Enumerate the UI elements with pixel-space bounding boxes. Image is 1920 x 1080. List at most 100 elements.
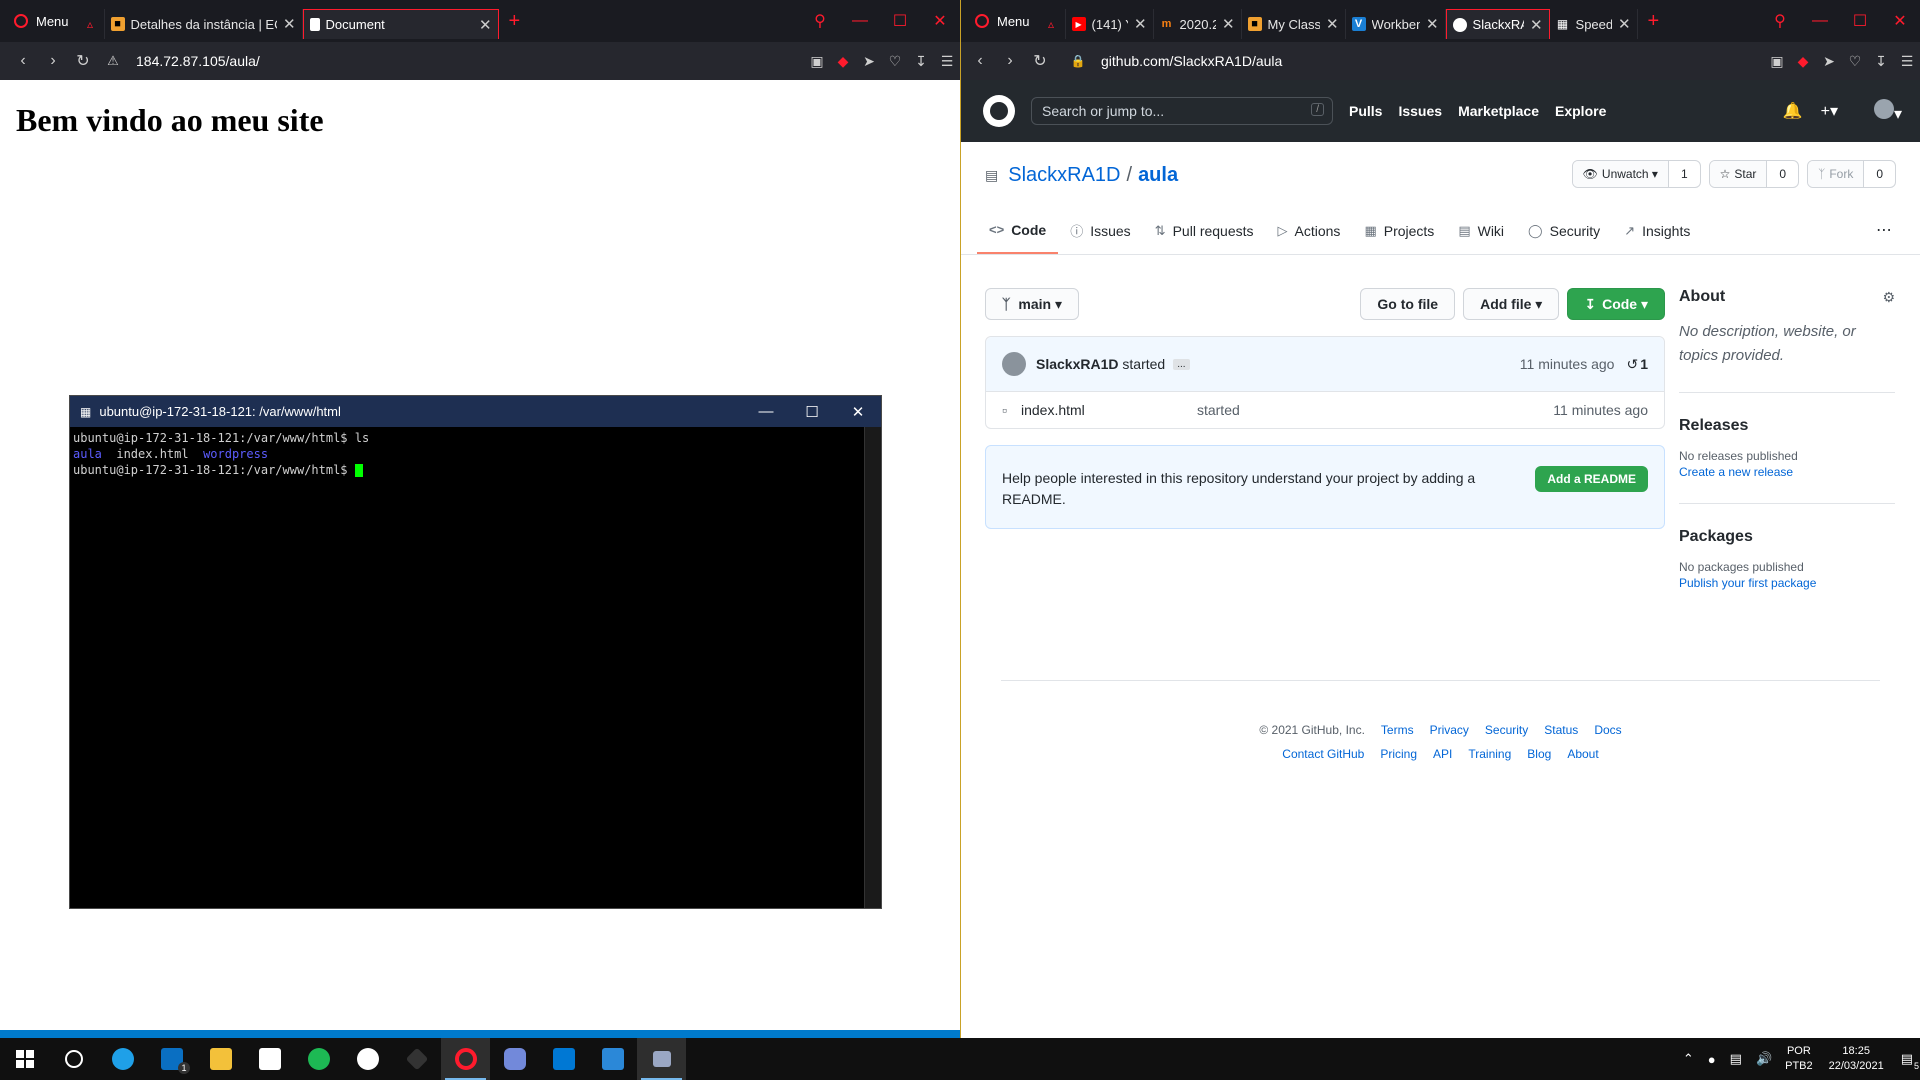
chevron-up-icon[interactable]: ⌃ <box>1683 1051 1694 1067</box>
new-tab-plus-icon[interactable]: + <box>499 10 531 33</box>
tab-moodle[interactable]: m 2020.2.Al ✕ <box>1154 9 1242 39</box>
close-tab-icon[interactable]: ✕ <box>1618 15 1631 33</box>
warning-icon[interactable]: ⚠ <box>98 53 128 69</box>
maximize-icon[interactable]: ☐ <box>789 403 835 421</box>
footer-link-about[interactable]: About <box>1567 747 1598 761</box>
easy-setup-icon[interactable]: ☰ <box>1894 53 1920 70</box>
camera-icon[interactable]: ▣ <box>1764 53 1790 70</box>
more-options-icon[interactable]: ⋯ <box>1876 220 1892 240</box>
forward-icon[interactable]: › <box>38 52 68 70</box>
url-field[interactable]: 184.72.87.105/aula/ <box>136 53 260 69</box>
download-icon[interactable]: ↧ <box>908 53 934 70</box>
watch-button[interactable]: 👁 Unwatch ▾ 1 <box>1571 160 1701 188</box>
terminal-scrollbar[interactable] <box>864 427 881 908</box>
close-tab-icon[interactable]: ✕ <box>283 15 296 33</box>
taskbar-xbox[interactable] <box>343 1038 392 1080</box>
taskbar-explorer[interactable] <box>196 1038 245 1080</box>
tab-document[interactable]: Document ✕ <box>302 9 499 39</box>
footer-link-status[interactable]: Status <box>1544 723 1578 737</box>
tab-speed-dial[interactable]: ▦ Speed D ✕ <box>1550 9 1638 39</box>
close-icon[interactable]: ✕ <box>1880 11 1920 31</box>
packages-heading[interactable]: Packages <box>1679 528 1895 546</box>
github-logo-icon[interactable] <box>983 95 1015 127</box>
cortana-button[interactable] <box>49 1038 98 1080</box>
adblock-shield-icon[interactable]: ◆ <box>830 53 856 70</box>
tab-my-classes[interactable]: ■ My Class ✕ <box>1242 9 1346 39</box>
footer-link-privacy[interactable]: Privacy <box>1430 723 1469 737</box>
close-tab-icon[interactable]: ✕ <box>1134 15 1147 33</box>
terminal-titlebar[interactable]: ▦ ubuntu@ip-172-31-18-121: /var/www/html… <box>70 396 881 427</box>
back-icon[interactable]: ‹ <box>965 52 995 70</box>
tab-workbench[interactable]: V Workben ✕ <box>1346 9 1446 39</box>
send-icon[interactable]: ➤ <box>856 53 882 70</box>
maximize-icon[interactable]: ☐ <box>880 11 920 31</box>
tab-security[interactable]: ◯ Security <box>1516 221 1612 254</box>
microphone-icon[interactable]: ● <box>1708 1052 1716 1067</box>
vr-tab-icon[interactable]: ▵ <box>1038 9 1066 39</box>
go-to-file-button[interactable]: Go to file <box>1360 288 1456 320</box>
add-file-button[interactable]: Add file ▾ <box>1463 288 1560 320</box>
close-tab-icon[interactable]: ✕ <box>479 16 492 34</box>
terminal-window[interactable]: ▦ ubuntu@ip-172-31-18-121: /var/www/html… <box>69 395 882 909</box>
nav-issues[interactable]: Issues <box>1398 103 1442 119</box>
taskbar-mail[interactable]: 1 <box>147 1038 196 1080</box>
footer-link-api[interactable]: API <box>1433 747 1452 761</box>
footer-link-training[interactable]: Training <box>1468 747 1511 761</box>
branch-select[interactable]: ᛉ main ▾ <box>985 288 1080 320</box>
nav-explore[interactable]: Explore <box>1555 103 1606 119</box>
plus-dropdown-icon[interactable]: +▾ <box>1821 101 1838 121</box>
volume-icon[interactable]: 🔊 <box>1756 1051 1772 1067</box>
tab-insights[interactable]: ↗ Insights <box>1612 221 1702 254</box>
repo-owner-link[interactable]: SlackxRA1D <box>1008 164 1120 187</box>
taskbar-remote-desktop[interactable] <box>588 1038 637 1080</box>
star-button[interactable]: ☆ Star 0 <box>1708 160 1800 188</box>
taskbar-putty[interactable] <box>637 1038 686 1080</box>
commit-message[interactable]: started <box>1122 356 1165 372</box>
search-icon[interactable]: ⚲ <box>800 11 840 31</box>
taskbar-store[interactable] <box>245 1038 294 1080</box>
reload-icon[interactable]: ↻ <box>68 51 98 71</box>
opera-menu-button[interactable]: Menu <box>961 0 1038 42</box>
tab-issues[interactable]: ⓘ Issues <box>1058 221 1142 254</box>
start-button[interactable] <box>0 1038 49 1080</box>
taskbar-vscode[interactable] <box>539 1038 588 1080</box>
close-tab-icon[interactable]: ✕ <box>1222 15 1235 33</box>
tab-wiki[interactable]: ▤ Wiki <box>1446 221 1516 254</box>
forward-icon[interactable]: › <box>995 52 1025 70</box>
footer-link-terms[interactable]: Terms <box>1381 723 1414 737</box>
clock[interactable]: 18:25 22/03/2021 <box>1829 1044 1884 1074</box>
send-icon[interactable]: ➤ <box>1816 53 1842 70</box>
nav-marketplace[interactable]: Marketplace <box>1458 103 1539 119</box>
close-tab-icon[interactable]: ✕ <box>1530 16 1543 34</box>
easy-setup-icon[interactable]: ☰ <box>934 53 960 70</box>
tab-github[interactable]: SlackxRA ✕ <box>1445 9 1550 39</box>
create-release-link[interactable]: Create a new release <box>1679 465 1895 479</box>
minimize-icon[interactable]: — <box>743 403 789 421</box>
search-icon[interactable]: ⚲ <box>1760 11 1800 31</box>
commit-author[interactable]: SlackxRA1D <box>1036 356 1119 372</box>
close-tab-icon[interactable]: ✕ <box>1426 15 1439 33</box>
history-icon[interactable]: ↺ <box>1626 356 1638 373</box>
commit-expand-button[interactable]: ... <box>1173 358 1190 370</box>
tab-ec2[interactable]: ■ Detalhes da instância | EC2 ✕ <box>105 9 303 39</box>
tab-projects[interactable]: ▦ Projects <box>1352 221 1446 254</box>
heart-icon[interactable]: ♡ <box>1842 53 1868 70</box>
tab-actions[interactable]: ▷ Actions <box>1266 221 1353 254</box>
taskbar-discord[interactable] <box>490 1038 539 1080</box>
vr-tab-icon[interactable]: ▵ <box>77 9 105 39</box>
back-icon[interactable]: ‹ <box>8 52 38 70</box>
tab-youtube[interactable]: ▶ (141) You ✕ <box>1066 9 1154 39</box>
network-icon[interactable]: ▤ <box>1730 1051 1742 1067</box>
footer-link-pricing[interactable]: Pricing <box>1380 747 1417 761</box>
taskbar-edge[interactable] <box>98 1038 147 1080</box>
avatar[interactable] <box>1002 352 1026 376</box>
avatar-dropdown[interactable]: ▾ <box>1856 98 1902 124</box>
new-tab-plus-icon[interactable]: + <box>1638 10 1670 33</box>
minimize-icon[interactable]: — <box>1800 12 1840 30</box>
opera-menu-button[interactable]: Menu <box>0 0 77 42</box>
url-field[interactable]: github.com/SlackxRA1D/aula <box>1101 53 1282 69</box>
star-count[interactable]: 0 <box>1766 161 1798 187</box>
taskbar-opera[interactable] <box>441 1038 490 1080</box>
footer-link-security[interactable]: Security <box>1485 723 1528 737</box>
releases-heading[interactable]: Releases <box>1679 417 1895 435</box>
